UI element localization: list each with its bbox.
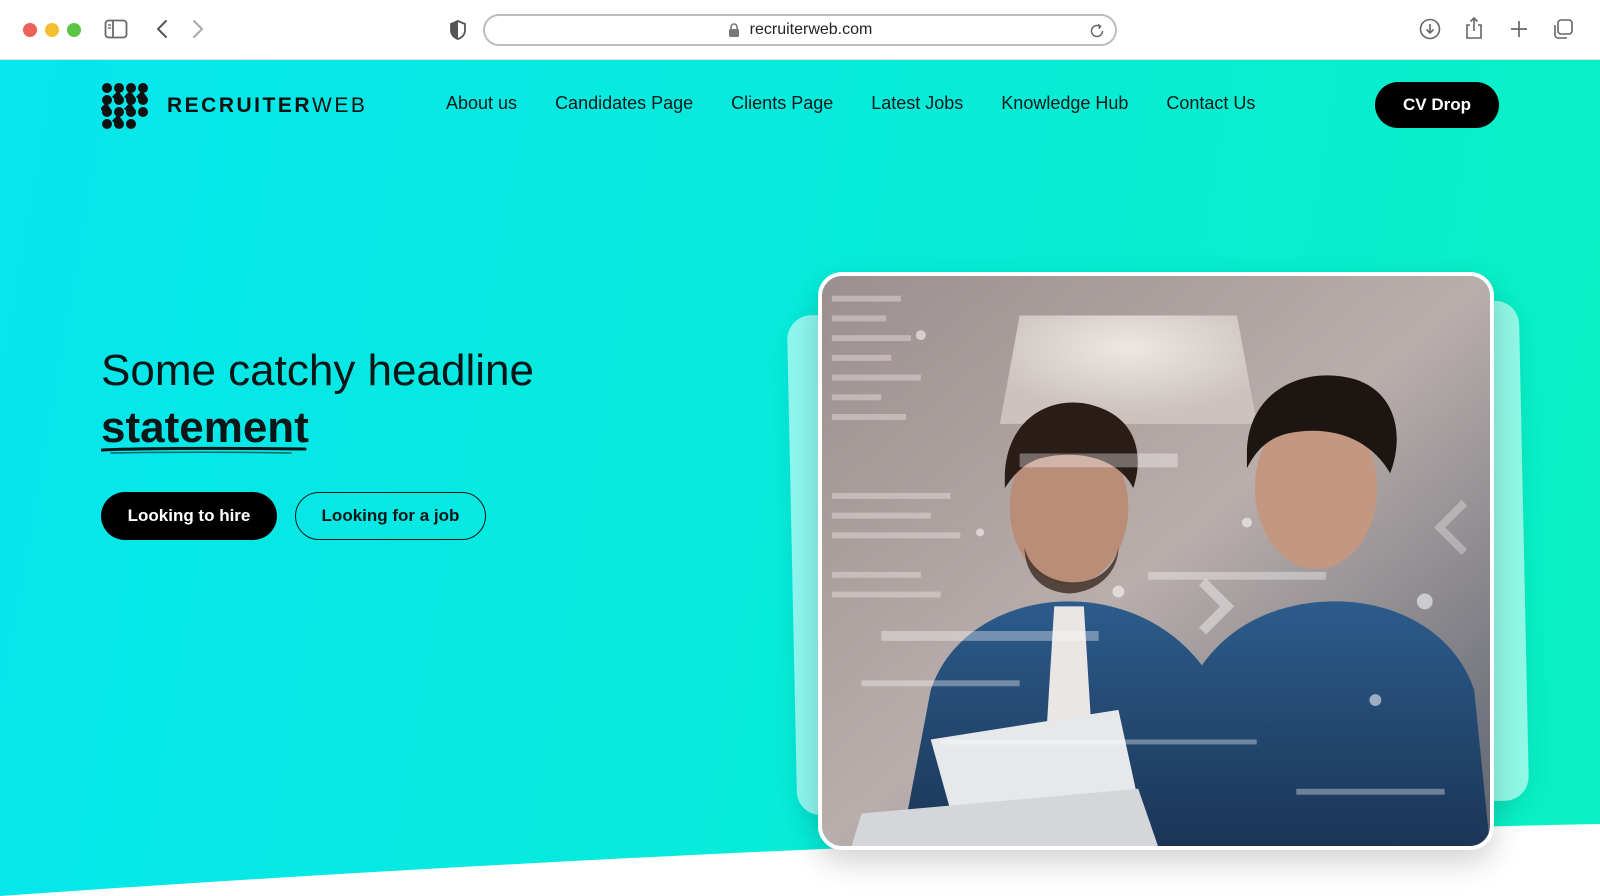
maximize-window-button[interactable] [67, 23, 81, 37]
hero-photo-illustration [822, 276, 1490, 846]
privacy-shield-icon[interactable] [448, 19, 468, 41]
downloads-icon[interactable] [1418, 17, 1442, 41]
looking-for-job-button[interactable]: Looking for a job [295, 492, 486, 540]
headline-line-2: statement [101, 400, 309, 456]
nav-contact-us[interactable]: Contact Us [1166, 93, 1255, 114]
sidebar-toggle-icon[interactable] [104, 18, 128, 40]
minimize-window-button[interactable] [45, 23, 59, 37]
nav-candidates-page[interactable]: Candidates Page [555, 93, 693, 114]
web-page: RECRUITERWEB About us Candidates Page Cl… [0, 60, 1600, 896]
logo-wordmark: RECRUITERWEB [167, 94, 367, 118]
back-arrow-icon[interactable] [152, 18, 172, 40]
lock-icon [728, 22, 742, 38]
nav-clients-page[interactable]: Clients Page [731, 93, 833, 114]
nav-about-us[interactable]: About us [446, 93, 517, 114]
tab-overview-icon[interactable] [1551, 17, 1575, 41]
site-logo[interactable]: RECRUITERWEB [101, 82, 367, 130]
hero-photo [818, 272, 1494, 850]
nav-latest-jobs[interactable]: Latest Jobs [871, 93, 963, 114]
address-bar[interactable]: recruiterweb.com [483, 14, 1117, 46]
headline-line-1: Some catchy headline [101, 346, 534, 395]
looking-to-hire-button[interactable]: Looking to hire [101, 492, 277, 540]
nav-knowledge-hub[interactable]: Knowledge Hub [1001, 93, 1128, 114]
forward-arrow-icon[interactable] [188, 18, 208, 40]
logo-text-bold: RECRUITER [167, 94, 313, 117]
brush-underline-decoration [101, 446, 307, 454]
close-window-button[interactable] [23, 23, 37, 37]
new-tab-icon[interactable] [1507, 17, 1531, 41]
main-navigation: About us Candidates Page Clients Page La… [446, 93, 1255, 114]
logo-text-light: WEB [312, 94, 368, 117]
browser-window: recruiterweb.com RECRUITERWEB About us C… [0, 0, 1600, 896]
reload-icon[interactable] [1087, 21, 1107, 41]
share-icon[interactable] [1462, 15, 1486, 41]
cv-drop-button[interactable]: CV Drop [1375, 82, 1499, 128]
logo-mark-icon [101, 83, 148, 129]
url-text: recruiterweb.com [749, 21, 873, 38]
hero-headline: Some catchy headline statement [101, 342, 534, 456]
browser-toolbar: recruiterweb.com [0, 0, 1600, 60]
